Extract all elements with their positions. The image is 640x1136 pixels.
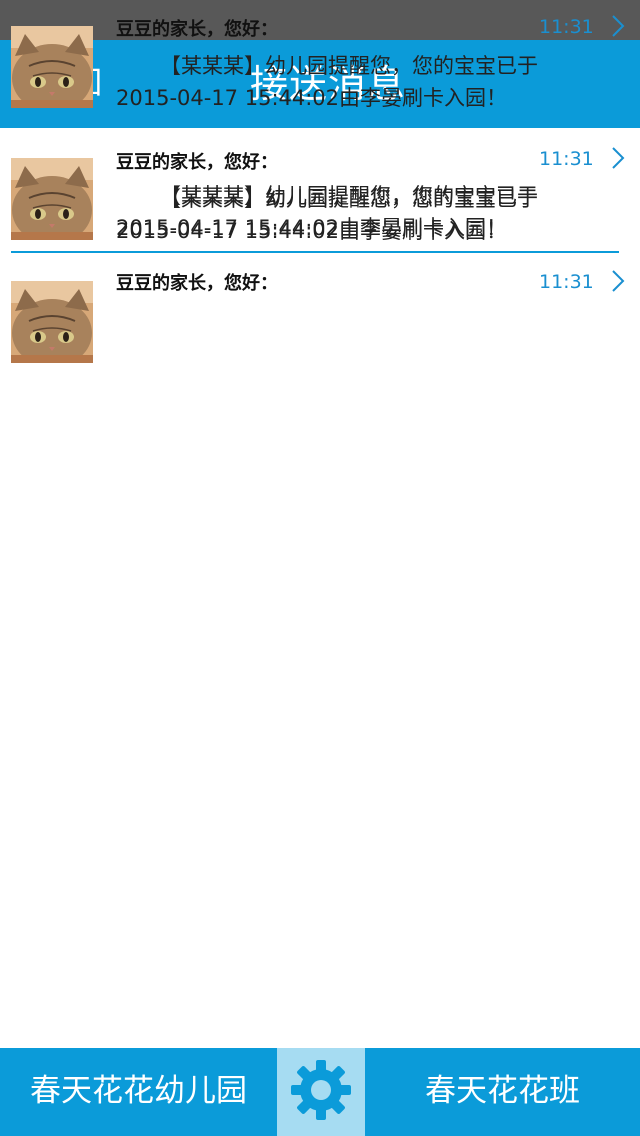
message-list: 豆豆的家长，您好： 11:31 【某某某】幼儿园提醒您，您的宝宝已于 2015-… xyxy=(0,128,640,373)
message-text-line-2: 2015-04-17 15:44:02由李晏刷卡入园！ xyxy=(116,86,508,110)
chevron-right-icon xyxy=(610,269,626,297)
chevron-right-icon xyxy=(610,14,626,42)
avatar xyxy=(11,158,93,240)
message-text-line-2: 2015-04-17 15:44:02由李晏刷卡入园！ xyxy=(116,216,508,240)
message-greeting: 豆豆的家长，您好： xyxy=(116,152,278,173)
divider xyxy=(11,118,619,120)
message-time: 11:31 xyxy=(539,271,594,293)
message-item[interactable]: 豆豆的家长，您好： 11:31 xyxy=(0,253,640,373)
avatar xyxy=(11,281,93,363)
message-greeting: 豆豆的家长，您好： xyxy=(116,273,278,294)
gear-icon xyxy=(289,1058,353,1126)
tab-class[interactable]: 春天花花班 xyxy=(365,1048,640,1136)
tab-kindergarten[interactable]: 春天花花幼儿园 xyxy=(0,1048,277,1136)
bottom-tab-bar: 春天花花幼儿园 春天花花班 xyxy=(0,1048,640,1136)
avatar xyxy=(11,26,93,108)
settings-button[interactable] xyxy=(277,1048,365,1136)
message-time: 11:31 xyxy=(539,148,594,170)
chevron-right-icon xyxy=(610,146,626,174)
message-item[interactable]: 豆豆的家长，您好： 11:31 【某某某】幼儿园提醒您，您的宝宝已于 2015-… xyxy=(0,0,640,120)
message-text-line-1: 【某某某】幼儿园提醒您，您的宝宝已于 xyxy=(160,184,538,208)
message-greeting: 豆豆的家长，您好： xyxy=(116,19,278,40)
message-time: 11:31 xyxy=(539,16,594,38)
message-text-line-1: 【某某某】幼儿园提醒您，您的宝宝已于 xyxy=(160,54,538,78)
